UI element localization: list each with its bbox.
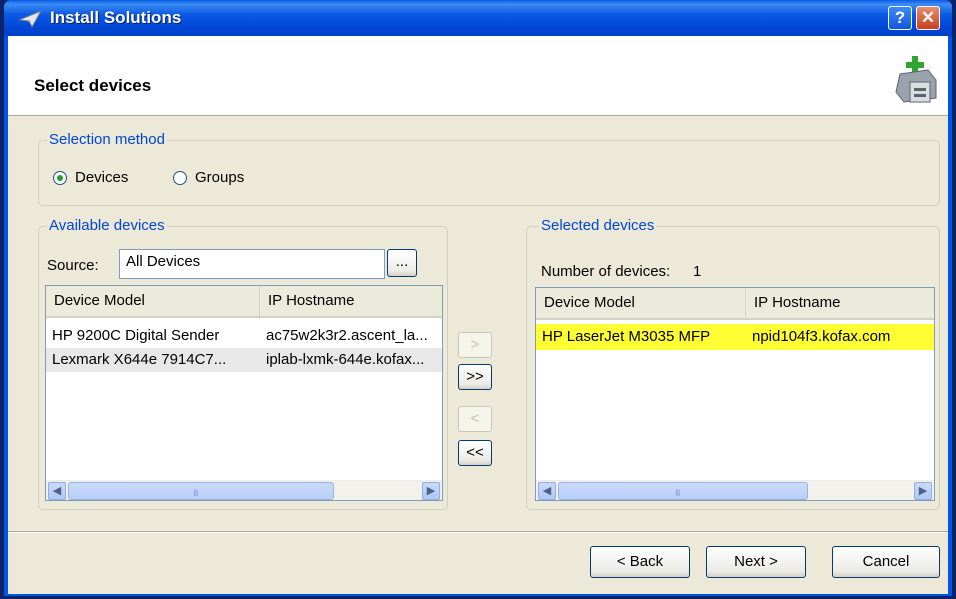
table-row[interactable]: HP LaserJet M3035 MFP npid104f3.kofax.co… [536,324,934,350]
column-device-model[interactable]: Device Model [46,286,260,316]
remove-device-button[interactable]: < [458,406,492,432]
scroll-right-icon[interactable]: ▶ [422,482,440,500]
close-button[interactable]: ✕ [916,6,940,30]
ip-hostname-cell: npid104f3.kofax.com [752,328,891,345]
radio-selected-dot [57,174,63,181]
scroll-grip: III [193,488,198,498]
scroll-left-icon[interactable]: ◀ [538,482,556,500]
remove-all-devices-button[interactable]: << [458,440,492,466]
column-device-model[interactable]: Device Model [536,288,746,318]
radio-groups-indicator[interactable] [173,170,187,185]
device-model-cell: HP 9200C Digital Sender [52,327,220,344]
selected-list-header: Device Model IP Hostname [536,288,934,320]
selected-devices-list[interactable]: Device Model IP Hostname HP LaserJet M30… [535,287,935,501]
wizard-header: Select devices [8,36,948,116]
selection-method-label: Selection method [47,131,167,148]
printer-add-icon [895,56,937,103]
device-count-label: Number of devices: [541,263,671,280]
install-solutions-window: Install Solutions ? ✕ Select devices Sel… [0,0,956,599]
device-model-cell: Lexmark X644e 7914C7... [52,351,227,368]
column-ip-hostname[interactable]: IP Hostname [746,288,934,318]
selected-horizontal-scrollbar[interactable]: ◀ III ▶ [536,480,934,500]
add-device-button[interactable]: > [458,332,492,358]
available-list-header: Device Model IP Hostname [46,286,442,318]
scroll-left-icon[interactable]: ◀ [48,482,66,500]
device-count-value: 1 [693,263,702,280]
cancel-button[interactable]: Cancel [832,546,940,578]
selected-devices-label: Selected devices [539,217,657,234]
available-horizontal-scrollbar[interactable]: ◀ III ▶ [46,480,442,500]
selection-method-group: Selection method Devices Groups [38,131,940,206]
footer-divider [8,531,948,533]
ip-hostname-cell: iplab-lxmk-644e.kofax... [266,351,425,368]
ip-hostname-cell: ac75w2k3r2.ascent_la... [266,327,428,344]
column-ip-hostname[interactable]: IP Hostname [260,286,442,316]
device-model-cell: HP LaserJet M3035 MFP [542,328,711,345]
scroll-thumb[interactable]: III [68,482,334,500]
radio-devices[interactable]: Devices [53,169,128,186]
table-row[interactable]: HP 9200C Digital Sender ac75w2k3r2.ascen… [46,324,442,348]
source-label: Source: [47,257,99,274]
add-all-devices-button[interactable]: >> [458,364,492,390]
page-title: Select devices [34,76,152,95]
source-field[interactable]: All Devices [119,249,385,279]
scroll-thumb[interactable]: III [558,482,808,500]
title-bar[interactable]: Install Solutions ? ✕ [4,0,952,36]
browse-source-button[interactable]: ... [387,249,417,277]
scroll-right-icon[interactable]: ▶ [914,482,932,500]
radio-devices-label: Devices [75,169,129,186]
scroll-grip: III [675,488,680,498]
available-devices-list[interactable]: Device Model IP Hostname HP 9200C Digita… [45,285,443,501]
window-title: Install Solutions [50,8,182,27]
paper-plane-icon [18,10,42,28]
radio-groups[interactable]: Groups [173,169,244,186]
table-row[interactable]: Lexmark X644e 7914C7... iplab-lxmk-644e.… [46,348,442,372]
available-devices-label: Available devices [47,217,167,234]
back-button[interactable]: < Back [590,546,690,578]
radio-devices-indicator[interactable] [53,170,67,185]
dialog-client-area: Select devices Selection method Devices … [8,36,948,594]
available-devices-group: Available devices Source: All Devices ..… [38,217,448,510]
radio-groups-label: Groups [195,169,245,186]
help-button[interactable]: ? [888,6,912,30]
selected-devices-group: Selected devices Number of devices: 1 De… [526,217,940,510]
next-button[interactable]: Next > [706,546,806,578]
